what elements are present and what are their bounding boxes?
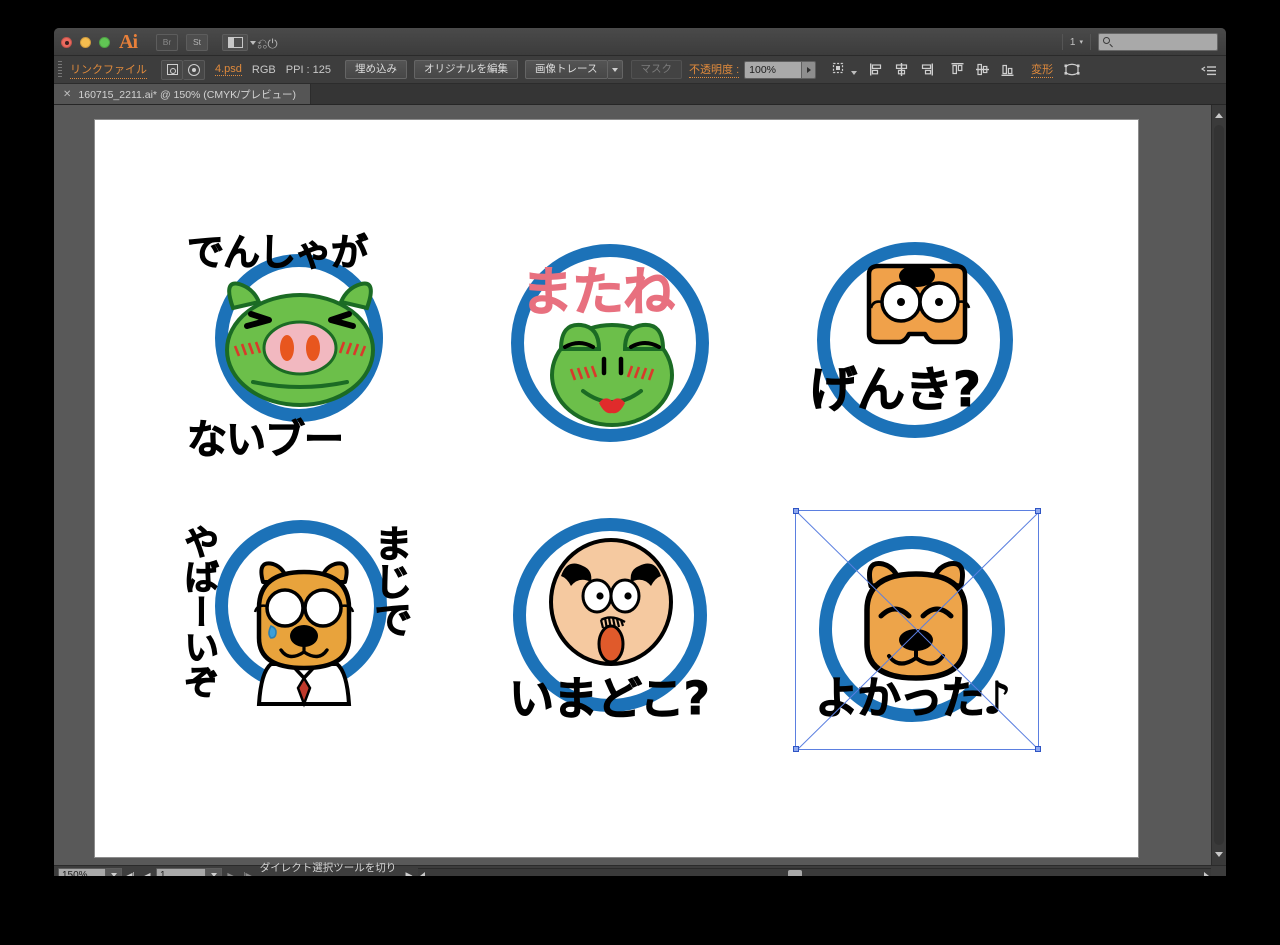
green-pig-face bbox=[225, 281, 375, 407]
opacity-label: 不透明度 : bbox=[689, 61, 740, 78]
minimize-window-button[interactable] bbox=[80, 37, 91, 48]
arrange-documents-button[interactable] bbox=[222, 34, 248, 51]
align-chevron-down-icon[interactable] bbox=[851, 71, 858, 75]
title-bar: Ai Br St ⎌⏻ 1 ▾ bbox=[54, 28, 1226, 56]
artboard[interactable]: でんしゃが ないブー またね げんき? やばーいぞ まじで いまどこ? よかった… bbox=[95, 120, 1138, 857]
opacity-stepper-icon[interactable] bbox=[802, 60, 817, 79]
arrange-chevron-down-icon[interactable] bbox=[250, 41, 256, 45]
power-cursor-icon[interactable]: ⎌⏻ bbox=[257, 36, 278, 52]
sticker-text-top: またね bbox=[520, 263, 675, 324]
arrange-layout-icon bbox=[227, 37, 243, 48]
first-artboard-button[interactable]: ◀| bbox=[122, 867, 139, 877]
panel-menu-icon[interactable] bbox=[1200, 64, 1217, 82]
status-bar: 150% ◀| ◀ 1 ▶ |▶ ダイレクト選択ツールを切り換え ▶ bbox=[54, 862, 1226, 877]
document-tab-title: 160715_2211.ai* @ 150% (CMYK/プレビュー) bbox=[78, 88, 297, 101]
bald-man-face bbox=[549, 538, 673, 666]
select-similar-icon[interactable] bbox=[161, 59, 183, 80]
illustrator-window: Ai Br St ⎌⏻ 1 ▾ リンクファイル 4.psd RGB PPI: … bbox=[54, 28, 1226, 876]
selection-bounding-box[interactable] bbox=[793, 508, 1041, 752]
align-left-icon[interactable] bbox=[865, 60, 887, 80]
placed-image-cross-icon bbox=[795, 510, 1041, 752]
scroll-up-icon[interactable] bbox=[1215, 113, 1223, 118]
chevron-down-icon: ▾ bbox=[1079, 39, 1083, 46]
linked-filename[interactable]: 4.psd bbox=[215, 63, 242, 76]
scroll-left-icon[interactable] bbox=[420, 871, 425, 876]
last-artboard-button[interactable]: |▶ bbox=[239, 867, 256, 877]
sticker-dog-yokatta[interactable]: よかった♪ bbox=[793, 508, 1041, 752]
orange-dog-tie-face bbox=[253, 561, 355, 708]
selection-handle-bottom-right[interactable] bbox=[1035, 746, 1041, 752]
divider bbox=[1090, 34, 1091, 50]
scroll-down-icon[interactable] bbox=[1215, 852, 1223, 857]
align-to-selection-icon[interactable] bbox=[828, 60, 850, 80]
align-bottom-icon[interactable] bbox=[996, 60, 1018, 80]
status-menu-icon[interactable]: ▶ bbox=[400, 870, 418, 877]
artboard-chevron-down-icon[interactable] bbox=[206, 867, 222, 876]
align-center-vertical-icon[interactable] bbox=[971, 60, 993, 80]
mask-button[interactable]: マスク bbox=[630, 60, 683, 79]
next-artboard-button[interactable]: ▶ bbox=[222, 867, 239, 877]
align-right-icon[interactable] bbox=[915, 60, 937, 80]
sticker-frog-matane[interactable]: またね bbox=[505, 238, 720, 453]
scroll-right-icon[interactable] bbox=[1204, 871, 1209, 876]
link-icon-group bbox=[161, 59, 205, 80]
sticker-text-bottom: ないブー bbox=[187, 417, 345, 464]
align-top-icon[interactable] bbox=[946, 60, 968, 80]
sticker-text-bottom: げんき? bbox=[809, 362, 982, 419]
horizontal-scroll-thumb[interactable] bbox=[788, 869, 802, 876]
image-trace-chevron-down-icon[interactable] bbox=[607, 60, 623, 79]
sticker-text-right: まじで bbox=[368, 524, 413, 639]
close-icon[interactable]: ✕ bbox=[63, 89, 71, 100]
zoom-level-input[interactable]: 150% bbox=[58, 867, 106, 876]
sticker-pig-densha[interactable]: でんしゃが ないブー bbox=[183, 222, 413, 464]
app-logo-icon: Ai bbox=[119, 31, 138, 53]
close-window-button[interactable] bbox=[61, 37, 72, 48]
embed-button[interactable]: 埋め込み bbox=[345, 60, 408, 79]
sticker-text-left: やばーいぞ bbox=[178, 524, 219, 700]
edit-original-button[interactable]: オリジナルを編集 bbox=[414, 60, 519, 79]
zoom-chevron-down-icon[interactable] bbox=[106, 867, 122, 876]
stock-button[interactable]: St bbox=[186, 34, 208, 51]
horizontal-scrollbar[interactable] bbox=[418, 867, 1211, 876]
artboard-number-input[interactable]: 1 bbox=[156, 867, 206, 876]
isolate-target-icon[interactable] bbox=[183, 59, 205, 80]
vertical-scroll-track[interactable] bbox=[1214, 125, 1224, 845]
workspace-switcher[interactable]: 1 ▾ bbox=[1070, 37, 1083, 48]
envelope-distort-icon[interactable] bbox=[1061, 60, 1083, 80]
maximize-window-button[interactable] bbox=[99, 37, 110, 48]
sticker-dog-genki[interactable]: げんき? bbox=[809, 238, 1018, 453]
divider bbox=[1061, 34, 1063, 50]
canvas-work-area[interactable]: でんしゃが ないブー またね げんき? やばーいぞ まじで いまどこ? よかった… bbox=[54, 105, 1226, 865]
align-center-horizontal-icon[interactable] bbox=[890, 60, 912, 80]
document-tab[interactable]: ✕ 160715_2211.ai* @ 150% (CMYK/プレビュー) bbox=[54, 84, 312, 104]
window-controls bbox=[61, 37, 110, 48]
bridge-button[interactable]: Br bbox=[156, 34, 178, 51]
selection-handle-top-right[interactable] bbox=[1035, 508, 1041, 514]
link-file-label: リンクファイル bbox=[70, 61, 147, 79]
document-tab-bar: ✕ 160715_2211.ai* @ 150% (CMYK/プレビュー) bbox=[54, 84, 1226, 105]
sticker-text-top: でんしゃが bbox=[187, 231, 369, 275]
search-icon bbox=[1103, 37, 1110, 44]
transform-label[interactable]: 変形 bbox=[1031, 61, 1054, 78]
sticker-man-imadoko[interactable]: いまどこ? bbox=[507, 514, 719, 742]
image-trace-button[interactable]: 画像トレース bbox=[525, 60, 608, 79]
search-input[interactable] bbox=[1098, 33, 1218, 51]
selection-handle-top-left[interactable] bbox=[793, 508, 799, 514]
ppi-label: PPI : 125 bbox=[285, 63, 332, 76]
workspace-count: 1 bbox=[1069, 36, 1076, 48]
previous-artboard-button[interactable]: ◀ bbox=[139, 867, 156, 877]
sticker-dog-majide[interactable]: やばーいぞ まじで bbox=[175, 510, 427, 756]
control-bar: リンクファイル 4.psd RGB PPI : 125 埋め込み オリジナルを編… bbox=[54, 56, 1226, 84]
titlebar-right-group: 1 ▾ bbox=[1061, 33, 1218, 51]
opacity-input[interactable]: 100% bbox=[744, 60, 803, 79]
sticker-text-bottom: いまどこ? bbox=[509, 672, 711, 726]
color-mode-label: RGB bbox=[251, 63, 276, 76]
control-bar-grip[interactable] bbox=[58, 60, 62, 79]
status-message: ダイレクト選択ツールを切り換え bbox=[259, 862, 397, 874]
green-frog-face bbox=[550, 322, 674, 427]
selection-handle-bottom-left[interactable] bbox=[793, 746, 799, 752]
vertical-scrollbar[interactable] bbox=[1211, 105, 1226, 865]
